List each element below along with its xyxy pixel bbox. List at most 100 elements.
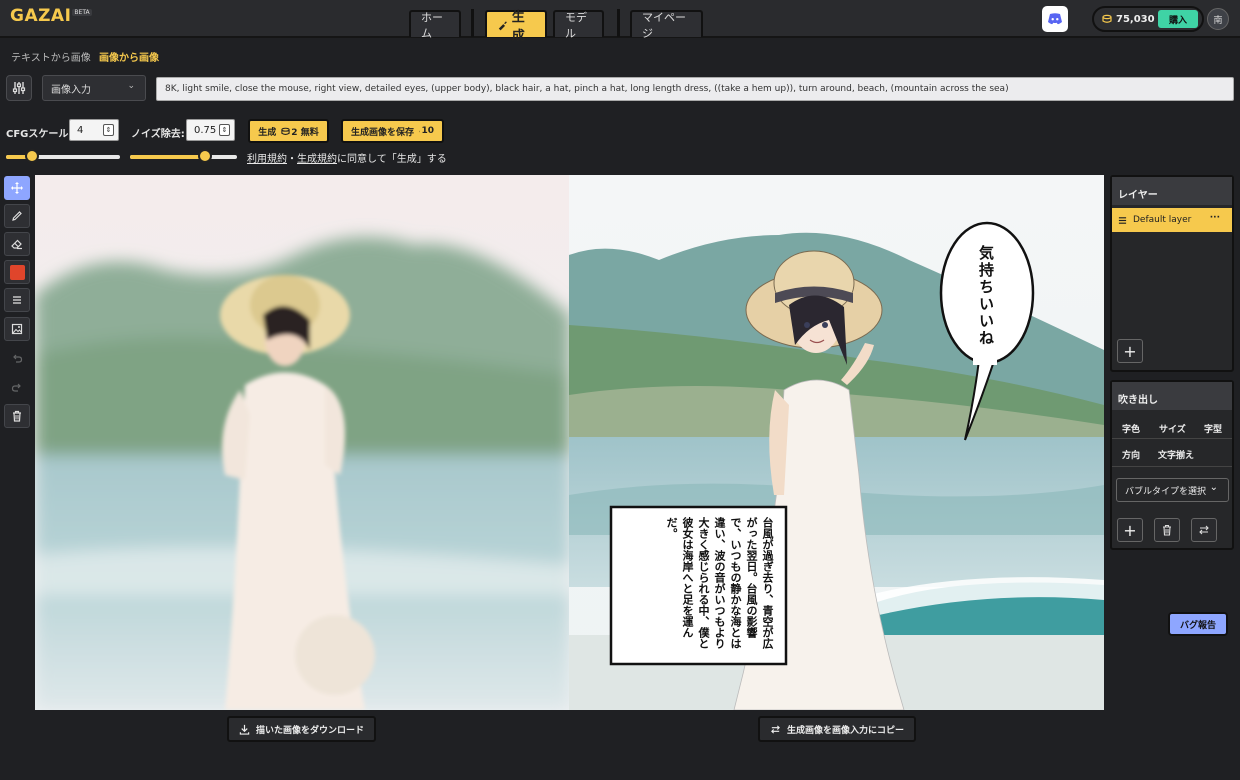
bubble-panel-divider <box>1112 438 1232 439</box>
input-mode-value: 画像入力 <box>51 84 91 96</box>
credits-widget: 75,030 購入 <box>1092 6 1204 32</box>
plus-icon: + <box>1123 520 1137 540</box>
cfg-scale-label: CFGスケール: <box>6 129 73 140</box>
denoise-label: ノイズ除去: <box>131 129 185 140</box>
redo-button[interactable] <box>4 375 30 399</box>
layer-panel-title: レイヤー <box>1112 177 1232 205</box>
bubble-font-option[interactable]: 字型 <box>1204 422 1222 435</box>
terms-agreement: 利用規約・生成規約に同意して「生成」する <box>247 150 447 165</box>
move-tool-button[interactable] <box>4 176 30 200</box>
generate-button[interactable]: 生成 2 無料 <box>248 119 329 143</box>
credits-count: 75,030 <box>1116 13 1155 25</box>
generate-button-label: 生成 <box>258 127 277 138</box>
top-bar: GAZAI BETA ホーム 生成 モデル マイページ 75,030 購入 南 <box>0 0 1240 44</box>
image-upload-button[interactable] <box>4 317 30 341</box>
save-generated-cost: 10 <box>421 126 434 136</box>
image-icon <box>11 323 23 335</box>
cfg-scale-slider[interactable] <box>6 149 120 163</box>
input-photo <box>35 175 570 710</box>
undo-icon <box>13 354 23 363</box>
layer-item-label: Default layer <box>1133 215 1192 225</box>
bubble-panel-title: 吹き出し <box>1112 382 1232 410</box>
bubble-type-select[interactable]: バブルタイプを選択 ⌄ <box>1116 478 1229 502</box>
app-logo[interactable]: GAZAI BETA <box>10 6 92 34</box>
layer-item-default[interactable]: Default layer ··· <box>1112 208 1232 232</box>
denoise-slider-fill <box>130 155 205 159</box>
chevron-down-icon: ⌄ <box>1209 482 1218 493</box>
discord-icon <box>1048 13 1062 25</box>
input-mode-select[interactable]: 画像入力 ⌄ <box>42 75 146 101</box>
bubble-type-select-value: バブルタイプを選択 <box>1125 486 1207 497</box>
avatar[interactable]: 南 <box>1207 8 1229 30</box>
bubble-text-color-option[interactable]: 字色 <box>1122 422 1140 435</box>
trash-icon <box>13 410 21 422</box>
drag-handle-icon[interactable] <box>1118 216 1127 225</box>
add-bubble-button[interactable]: + <box>1117 518 1143 542</box>
color-swatch-icon <box>9 264 25 280</box>
swap-icon <box>771 724 780 734</box>
terms-separator: ・ <box>287 154 297 165</box>
download-drawing-button[interactable]: 描いた画像をダウンロード <box>227 716 376 742</box>
cfg-scale-value: 4 <box>77 124 84 136</box>
narration-text: 台風が過ぎ去り、青空が広がった翌日。台風の影響で、いつもの静かな海とは違い、波の… <box>665 517 774 649</box>
eraser-icon <box>11 239 22 250</box>
spinner-icon[interactable]: ⇕ <box>219 124 230 136</box>
color-picker-button[interactable] <box>4 260 30 284</box>
denoise-slider[interactable] <box>130 149 237 163</box>
layers-menu-button[interactable] <box>4 288 30 312</box>
nav-tab-home[interactable]: ホーム <box>409 10 461 40</box>
layer-options-icon[interactable]: ··· <box>1210 213 1220 223</box>
download-drawing-label: 描いた画像をダウンロード <box>256 725 365 736</box>
nav-tab-generate[interactable]: 生成 <box>485 10 547 44</box>
add-layer-button[interactable]: + <box>1117 339 1143 363</box>
logo-text: GAZAI <box>10 6 72 26</box>
spinner-icon[interactable]: ⇕ <box>103 124 114 136</box>
delete-bubble-button[interactable] <box>1154 518 1180 542</box>
tos-link[interactable]: 利用規約 <box>247 154 287 165</box>
prompt-input[interactable]: 8K, light smile, close the mouse, right … <box>156 77 1234 101</box>
generate-cost: 2 無料 <box>291 127 319 138</box>
swap-icon <box>1199 525 1209 535</box>
pencil-tool-button[interactable] <box>4 204 30 228</box>
speech-bubble-text: 気持ちいいね <box>977 245 995 347</box>
copy-to-input-button[interactable]: 生成画像を画像入力にコピー <box>758 716 916 742</box>
cfg-scale-input[interactable]: 4 ⇕ <box>69 119 119 141</box>
eraser-tool-button[interactable] <box>4 232 30 256</box>
terms-suffix: に同意して「生成」する <box>337 154 447 165</box>
save-generated-button[interactable]: 生成画像を保存 10 <box>341 119 444 143</box>
denoise-slider-handle[interactable] <box>198 149 212 163</box>
coin-icon <box>281 127 290 135</box>
nav-tab-model[interactable]: モデル <box>553 10 604 40</box>
beta-badge: BETA <box>72 9 92 16</box>
save-generated-label: 生成画像を保存 <box>351 127 415 138</box>
subtab-image-to-image[interactable]: 画像から画像 <box>99 49 159 64</box>
coin-icon <box>419 130 421 132</box>
generation-terms-link[interactable]: 生成規約 <box>297 154 337 165</box>
coin-icon <box>1102 14 1112 23</box>
settings-toggle-button[interactable] <box>6 75 32 101</box>
bubble-direction-option[interactable]: 方向 <box>1122 448 1140 461</box>
denoise-input[interactable]: 0.75 ⇕ <box>186 119 235 141</box>
denoise-value: 0.75 <box>194 124 217 136</box>
layers-menu-icon <box>13 296 21 304</box>
cfg-slider-handle[interactable] <box>25 149 39 163</box>
plus-icon: + <box>1123 341 1137 361</box>
drawing-canvas[interactable]: 気持ちいいね 台風が過ぎ去り、青空が広がった翌日。台風の影響で、いつもの静かな海… <box>35 175 1104 710</box>
nav-divider <box>471 9 474 37</box>
subtab-text-to-image[interactable]: テキストから画像 <box>11 49 91 64</box>
bubble-panel: 吹き出し 字色 サイズ 字型 方向 文字揃え バブルタイプを選択 ⌄ + <box>1110 380 1234 550</box>
bubble-align-option[interactable]: 文字揃え <box>1158 448 1194 461</box>
pencil-icon <box>12 211 22 221</box>
bug-report-button[interactable]: バグ報告 <box>1168 612 1228 636</box>
nav-tab-mypage[interactable]: マイページ <box>630 10 703 40</box>
flip-bubble-button[interactable] <box>1191 518 1217 542</box>
undo-button[interactable] <box>4 346 30 370</box>
discord-button[interactable] <box>1042 6 1068 32</box>
clear-canvas-button[interactable] <box>4 404 30 428</box>
nav-divider <box>617 9 620 37</box>
chevron-down-icon: ⌄ <box>127 81 135 91</box>
move-icon <box>11 182 23 194</box>
bubble-size-option[interactable]: サイズ <box>1159 422 1186 435</box>
buy-button[interactable]: 購入 <box>1158 10 1198 28</box>
redo-icon <box>11 383 21 392</box>
